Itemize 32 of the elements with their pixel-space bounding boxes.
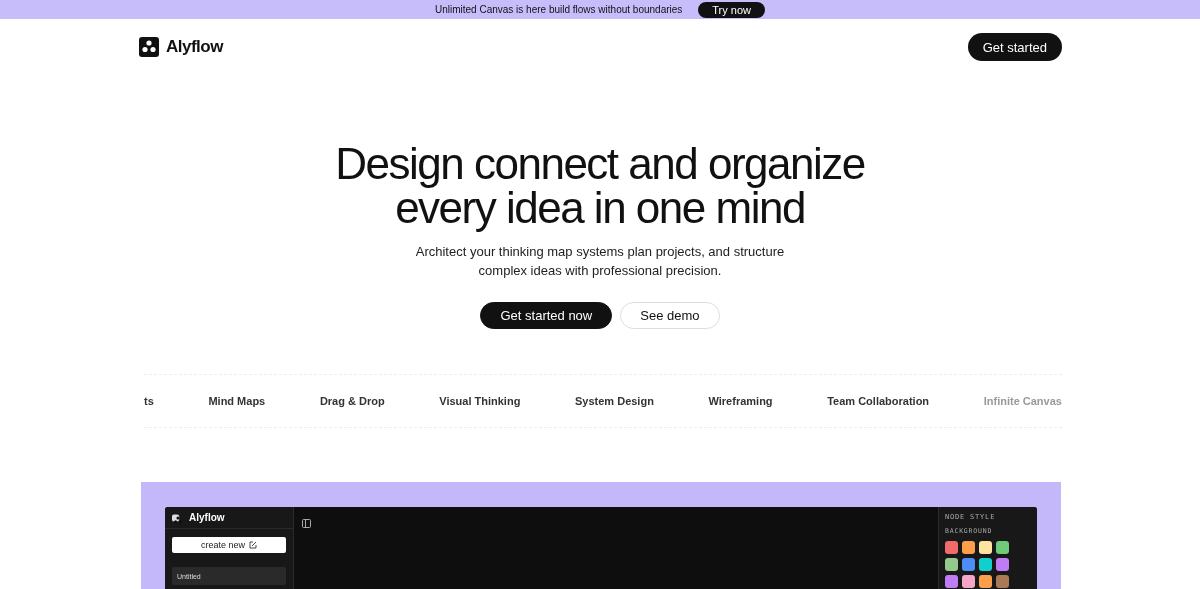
color-swatch[interactable] [996,558,1009,571]
color-swatch[interactable] [945,558,958,571]
app-brand-name: Alyflow [189,512,225,523]
color-swatch[interactable] [945,575,958,588]
feature-label: Mind Maps [208,395,266,407]
feature-label: System Design [575,395,654,407]
color-swatch[interactable] [979,541,992,554]
create-new-button[interactable]: create new [172,537,286,553]
try-now-button[interactable]: Try now [698,1,766,18]
color-swatch[interactable] [979,575,992,588]
color-swatch[interactable] [962,558,975,571]
feature-label: Team Collaboration [827,395,930,407]
feature-label: ts [144,395,154,407]
hero-subtitle: Architect your thinking map systems plan projects, and structure complex ideas with professional precision. [415,243,785,280]
color-swatch[interactable] [979,558,992,571]
feature-label: Drag & Drop [319,395,385,407]
sidebar-toggle-icon[interactable] [302,519,311,528]
see-demo-button[interactable]: See demo [620,302,720,329]
get-started-button[interactable]: Get started [967,33,1062,61]
get-started-now-button[interactable]: Get started now [480,302,613,329]
brand-name: Alyflow [166,37,223,57]
feature-label: Wireframing [708,395,773,407]
color-swatch[interactable] [996,541,1009,554]
color-swatch[interactable] [945,541,958,554]
feature-label: Visual Thinking [439,395,521,407]
hero-heading: Design connect and organize every idea in one mind [335,142,865,230]
color-swatch[interactable] [996,575,1009,588]
color-swatch[interactable] [962,575,975,588]
feature-label: Infinite Canvas [983,395,1062,407]
edit-icon [249,541,257,549]
announcement-text: Unlimited Canvas is here build flows without boundaries [434,4,683,15]
color-swatch[interactable] [962,541,975,554]
